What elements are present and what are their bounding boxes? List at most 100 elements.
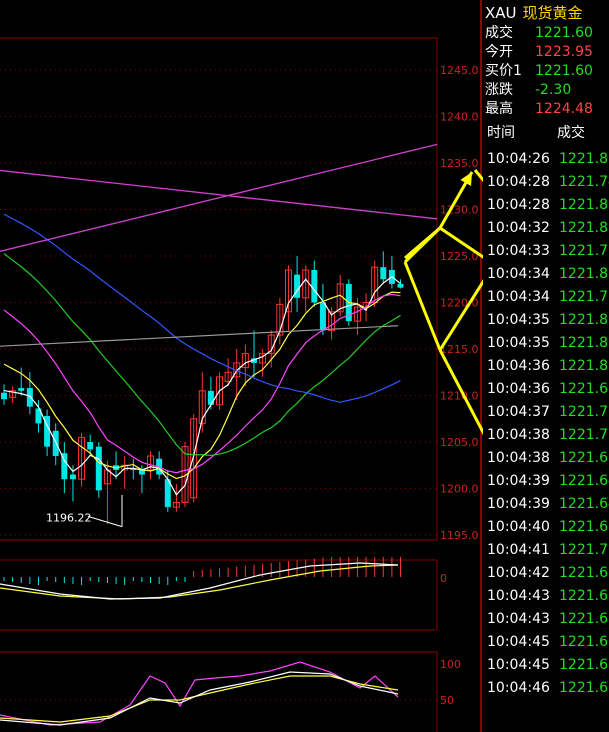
candle-body — [87, 442, 94, 450]
quote-field-row: 今开 1223.95 — [485, 43, 593, 62]
tick-row: 10:04:35 1221.80 — [487, 311, 609, 330]
tick-row: 10:04:28 1221.80 — [487, 196, 609, 215]
tick-row: 10:04:43 1221.61 — [487, 587, 609, 606]
tick-price: 1221.75 — [559, 289, 609, 305]
candle-body — [319, 302, 326, 331]
instrument-name: 现货黄金 — [522, 4, 583, 22]
forecast-leg-2 — [403, 226, 442, 264]
quote-field-row: 最高 1224.48 — [485, 100, 593, 119]
kdj-d-line — [0, 675, 399, 723]
tick-price: 1221.62 — [559, 381, 609, 397]
tick-time: 10:04:43 — [487, 611, 550, 627]
tick-time: 10:04:28 — [487, 174, 550, 190]
tick-row: 10:04:36 1221.81 — [487, 357, 609, 376]
quote-field-label: 今开 — [485, 44, 513, 60]
tick-price: 1221.64 — [559, 496, 609, 512]
tick-time: 10:04:26 — [487, 151, 550, 167]
tick-price: 1221.80 — [559, 335, 609, 351]
tick-price: 1221.62 — [559, 519, 609, 535]
price-tick-label: 1200.0 — [440, 483, 479, 496]
tick-time: 10:04:34 — [487, 266, 550, 282]
price-tick-label: 1240.0 — [440, 111, 479, 124]
tick-time: 10:04:32 — [487, 220, 550, 236]
quote-field-value: 1221.60 — [535, 25, 593, 41]
kdj-panel: 100 50 — [0, 651, 461, 732]
trend-line-rising — [0, 143, 438, 252]
low-annotation-label: 1196.22 — [46, 512, 92, 525]
tick-price: 1221.61 — [559, 611, 609, 627]
tick-price: 1221.83 — [559, 220, 609, 236]
ma-line-gray — [0, 325, 399, 347]
candle-body — [18, 388, 25, 391]
tick-time: 10:04:42 — [487, 565, 550, 581]
tick-time: 10:04:43 — [487, 588, 550, 604]
tick-row: 10:04:46 1221.60 — [487, 679, 609, 698]
quote-field-value: 1224.48 — [535, 101, 593, 117]
forecast-leg-3 — [403, 261, 442, 351]
tick-time: 10:04:37 — [487, 404, 550, 420]
tick-row: 10:04:34 1221.80 — [487, 265, 609, 284]
candle-body — [380, 267, 387, 280]
chart-area: 1245.01240.01235.01230.01225.01220.01215… — [0, 0, 483, 732]
tick-time: 10:04:33 — [487, 243, 550, 259]
tick-price: 1221.74 — [559, 174, 609, 190]
price-tick-label: 1205.0 — [440, 436, 479, 449]
tick-row: 10:04:39 1221.64 — [487, 472, 609, 491]
tick-row: 10:04:38 1221.72 — [487, 426, 609, 445]
kdj-tick-label: 100 — [440, 658, 461, 671]
price-tick-label: 1230.0 — [440, 204, 479, 217]
tick-row: 10:04:35 1221.80 — [487, 334, 609, 353]
price-tick-label: 1225.0 — [440, 250, 479, 263]
tick-price: 1221.62 — [559, 634, 609, 650]
quote-field-label: 涨跌 — [485, 82, 513, 98]
price-panel: 1245.01240.01235.01230.01225.01220.01215… — [0, 0, 483, 732]
tick-time: 10:04:36 — [487, 381, 550, 397]
tick-price: 1221.67 — [559, 565, 609, 581]
tick-price: 1221.64 — [559, 473, 609, 489]
quote-field-row: 涨跌 -2.30 — [485, 81, 571, 100]
tick-row: 10:04:33 1221.79 — [487, 242, 609, 261]
tick-price: 1221.82 — [559, 151, 609, 167]
quote-field-label: 最高 — [485, 101, 513, 117]
tick-time: 10:04:38 — [487, 427, 550, 443]
quote-title: XAU 现货黄金 — [485, 2, 583, 23]
tick-row: 10:04:28 1221.74 — [487, 173, 609, 192]
tick-time: 10:04:39 — [487, 473, 550, 489]
kdj-tick-label: 50 — [440, 694, 454, 707]
tick-row: 10:04:37 1221.70 — [487, 403, 609, 422]
tick-row: 10:04:36 1221.62 — [487, 380, 609, 399]
tick-price: 1221.70 — [559, 542, 609, 558]
quote-field-label: 买价1 — [485, 63, 522, 79]
tick-row: 10:04:32 1221.83 — [487, 219, 609, 238]
price-tick-label: 1245.0 — [440, 64, 479, 77]
tick-price: 1221.80 — [559, 197, 609, 213]
tick-row: 10:04:34 1221.75 — [487, 288, 609, 307]
tick-row: 10:04:26 1221.82 — [487, 150, 609, 169]
price-tick-label: 1195.0 — [440, 529, 479, 542]
candle-body — [69, 474, 76, 480]
tick-header-time: 时间 — [487, 125, 515, 141]
quote-field-value: 1221.60 — [535, 63, 593, 79]
candle-body — [311, 269, 318, 303]
macd-tick-label: 0 — [440, 572, 447, 585]
macd-dif-line — [0, 562, 399, 600]
tick-time: 10:04:40 — [487, 519, 550, 535]
kdj-j-line — [0, 661, 399, 726]
tick-price: 1221.70 — [559, 404, 609, 420]
tick-row: 10:04:41 1221.70 — [487, 541, 609, 560]
tick-time: 10:04:39 — [487, 496, 550, 512]
tick-time: 10:04:36 — [487, 358, 550, 374]
tick-time: 10:04:35 — [487, 312, 550, 328]
candle-body — [95, 446, 102, 491]
price-tick-label: 1210.0 — [440, 390, 479, 403]
tick-row: 10:04:38 1221.69 — [487, 449, 609, 468]
candle-body — [207, 390, 214, 405]
tick-price: 1221.81 — [559, 358, 609, 374]
price-tick-label: 1215.0 — [440, 343, 479, 356]
tick-time: 10:04:35 — [487, 335, 550, 351]
symbol: XAU — [485, 4, 517, 22]
price-tick-label: 1235.0 — [440, 157, 479, 170]
low-annotation-leader — [87, 515, 123, 528]
quote-field-value: 1223.95 — [535, 44, 593, 60]
tick-price: 1221.79 — [559, 243, 609, 259]
